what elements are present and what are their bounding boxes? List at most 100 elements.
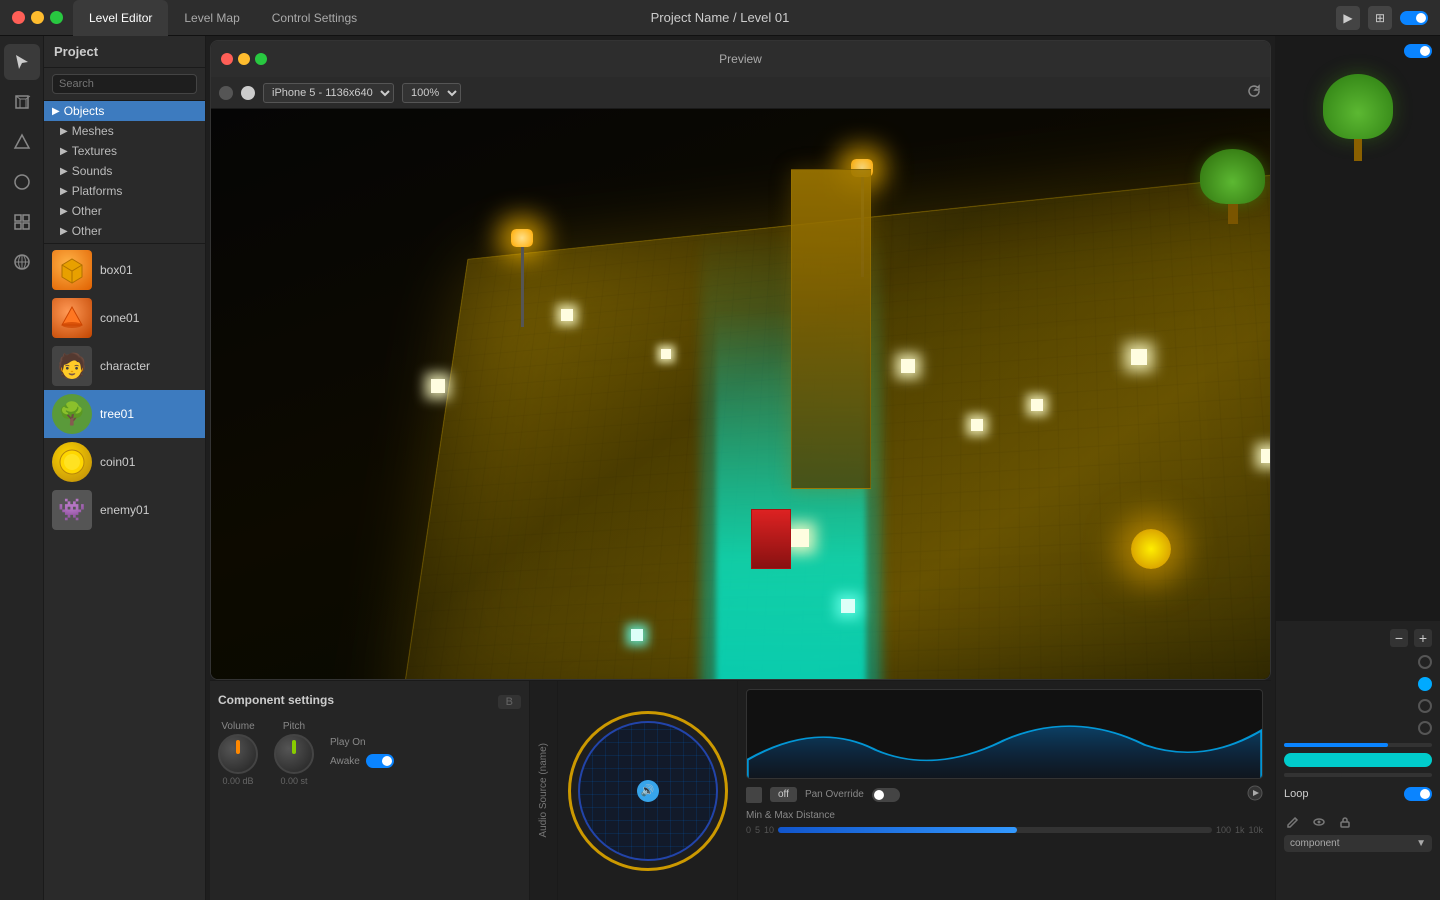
tree-item-textures[interactable]: ▶ Textures — [44, 141, 205, 161]
character-block — [751, 509, 791, 569]
icon-globe[interactable] — [4, 244, 40, 280]
component-settings-title: Component settings — [218, 689, 334, 715]
preview-close[interactable] — [221, 53, 233, 65]
tree-item-platforms[interactable]: ▶ Platforms — [44, 181, 205, 201]
refresh-icon[interactable] — [1246, 83, 1262, 102]
obj-icon-box — [52, 250, 92, 290]
volume-value: 0.00 dB — [222, 776, 253, 786]
right-panel-toggle[interactable] — [1404, 44, 1432, 58]
distance-fill — [778, 827, 1017, 833]
minimize-button[interactable] — [31, 11, 44, 24]
list-item-box01[interactable]: box01 — [44, 246, 205, 294]
radio-row-4 — [1284, 721, 1432, 735]
audio-wave-container: off Pan Override Min & Max Distance 0 5 … — [738, 681, 1271, 900]
play-small-btn[interactable] — [1247, 785, 1263, 804]
glow-block-9 — [971, 419, 983, 431]
distance-slider[interactable] — [778, 827, 1212, 833]
obj-icon-cone — [52, 298, 92, 338]
pitch-knob[interactable] — [274, 734, 314, 774]
list-item-enemy01[interactable]: 👾 enemy01 — [44, 486, 205, 534]
tab-control-settings[interactable]: Control Settings — [256, 0, 373, 36]
tick-10: 10 — [764, 825, 774, 835]
tree-item-other2[interactable]: ▶ Other — [44, 221, 205, 241]
min-max-label: Min & Max Distance — [746, 810, 1263, 821]
pitch-value: 0.00 st — [280, 776, 307, 786]
maximize-button[interactable] — [50, 11, 63, 24]
zoom-selector[interactable]: 100% — [402, 83, 461, 103]
preview-minimize[interactable] — [238, 53, 250, 65]
radio-1[interactable] — [1418, 655, 1432, 669]
voxel-world — [211, 109, 1270, 680]
cyan-slider[interactable] — [1284, 753, 1432, 767]
slider-2[interactable] — [1284, 773, 1432, 777]
wave-svg — [747, 690, 1262, 779]
icon-sphere[interactable] — [4, 164, 40, 200]
loop-label: Loop — [1284, 788, 1308, 800]
close-button[interactable] — [12, 11, 25, 24]
sphere-inner: 🔊 — [578, 721, 718, 861]
list-item-cone01[interactable]: cone01 — [44, 294, 205, 342]
icon-cursor[interactable] — [4, 44, 40, 80]
lock-icon[interactable] — [1336, 813, 1354, 831]
pan-override-label: Pan Override — [805, 789, 864, 800]
tick-0: 0 — [746, 825, 751, 835]
awake-toggle[interactable] — [366, 754, 394, 768]
device-selector[interactable]: iPhone 5 - 1136x640 — [263, 83, 394, 103]
list-item-character[interactable]: 🧑 character — [44, 342, 205, 390]
pencil-icon[interactable] — [1284, 813, 1302, 831]
right-toggle-switch[interactable] — [1404, 44, 1432, 58]
tick-5: 5 — [755, 825, 760, 835]
preview-title: Preview — [719, 52, 762, 66]
icon-box[interactable] — [4, 84, 40, 120]
radio-2[interactable] — [1418, 677, 1432, 691]
lamp-post-1 — [511, 229, 533, 327]
preview-titlebar: Preview — [211, 41, 1270, 77]
volume-knob[interactable] — [218, 734, 258, 774]
off-button[interactable]: off — [770, 787, 797, 802]
glow-block-cyan-2 — [631, 629, 643, 641]
list-item-coin01[interactable]: coin01 — [44, 438, 205, 486]
search-input[interactable] — [52, 74, 197, 94]
settings-button[interactable]: ⊞ — [1368, 6, 1392, 30]
sphere-speaker[interactable]: 🔊 — [637, 780, 659, 802]
slider-1[interactable] — [1284, 743, 1432, 747]
stop-btn[interactable] — [746, 787, 762, 803]
plus-button[interactable]: + — [1414, 629, 1432, 647]
obj-label-tree01: tree01 — [100, 407, 134, 421]
loop-toggle[interactable] — [1404, 787, 1432, 801]
preview-canvas[interactable] — [211, 109, 1270, 680]
loop-row: Loop — [1284, 783, 1432, 805]
obj-icon-tree: 🌳 — [52, 394, 92, 434]
radio-3[interactable] — [1418, 699, 1432, 713]
list-item-tree01[interactable]: 🌳 tree01 — [44, 390, 205, 438]
preview-maximize[interactable] — [255, 53, 267, 65]
radio-row-1 — [1284, 655, 1432, 669]
central-tower — [791, 169, 871, 489]
component-dropdown[interactable]: component ▼ — [1284, 835, 1432, 852]
comp-tab-b[interactable]: B — [498, 695, 521, 709]
master-toggle[interactable] — [1400, 11, 1428, 25]
minus-button[interactable]: − — [1390, 629, 1408, 647]
tab-level-editor[interactable]: Level Editor — [73, 0, 168, 36]
obj-label-box01: box01 — [100, 263, 133, 277]
preview-dot-1[interactable] — [219, 86, 233, 100]
tree-item-meshes[interactable]: ▶ Meshes — [44, 121, 205, 141]
arrow-icon: ▶ — [60, 226, 68, 237]
play-button[interactable]: ▶ — [1336, 6, 1360, 30]
glow-block-5 — [1031, 399, 1043, 411]
glow-block-4 — [901, 359, 915, 373]
pan-override-toggle[interactable] — [872, 788, 900, 802]
tree-item-sounds[interactable]: ▶ Sounds — [44, 161, 205, 181]
right-tree-canopy — [1323, 74, 1393, 139]
radio-options — [1284, 655, 1432, 735]
awake-row: Awake — [330, 754, 394, 768]
icon-triangle[interactable] — [4, 124, 40, 160]
icon-grid[interactable] — [4, 204, 40, 240]
tree-item-objects[interactable]: ▶ Objects — [44, 101, 205, 121]
radio-4[interactable] — [1418, 721, 1432, 735]
eye-icon[interactable] — [1310, 813, 1328, 831]
volume-label: Volume — [221, 721, 254, 732]
tree-item-other1[interactable]: ▶ Other — [44, 201, 205, 221]
tab-level-map[interactable]: Level Map — [168, 0, 255, 36]
preview-dot-2[interactable] — [241, 86, 255, 100]
